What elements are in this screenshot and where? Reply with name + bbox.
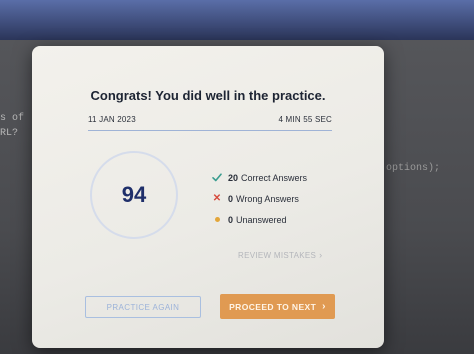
practice-again-label: PRACTICE AGAIN <box>106 302 180 312</box>
background-text: s of <box>0 113 25 124</box>
results-modal: Congrats! You did well in the practice. … <box>32 46 384 348</box>
session-date: 11 JAN 2023 <box>88 115 136 124</box>
stat-wrong: ✕ 0 Wrong Answers <box>210 188 360 209</box>
top-app-bar <box>0 0 474 40</box>
unanswered-count: 0 <box>228 214 234 225</box>
score-value: 94 <box>121 182 147 207</box>
proceed-to-next-button[interactable]: PROCEED TO NEXT › <box>220 294 335 319</box>
stat-correct: 20 Correct Answers <box>210 167 360 188</box>
modal-title: Congrats! You did well in the practice. <box>90 88 326 103</box>
x-icon: ✕ <box>212 193 222 204</box>
chevron-right-icon: › <box>322 301 326 312</box>
stat-unanswered: 0 Unanswered <box>210 209 360 230</box>
check-icon <box>210 173 224 182</box>
unanswered-label: Unanswered <box>236 214 287 225</box>
dot-icon <box>210 217 224 222</box>
correct-count: 20 <box>228 172 239 183</box>
session-duration: 4 MIN 55 SEC <box>278 115 332 124</box>
practice-again-button[interactable]: PRACTICE AGAIN <box>85 296 201 318</box>
correct-label: Correct Answers <box>241 172 308 183</box>
proceed-label: PROCEED TO NEXT <box>229 301 317 312</box>
session-meta: 11 JAN 2023 4 MIN 55 SEC <box>88 115 332 124</box>
wrong-label: Wrong Answers <box>236 193 299 204</box>
background-code-text: options); <box>386 163 441 174</box>
review-mistakes-label: REVIEW MISTAKES <box>238 250 317 260</box>
stats-list: 20 Correct Answers ✕ 0 Wrong Answers 0 U… <box>210 167 360 230</box>
review-mistakes-link[interactable]: REVIEW MISTAKES › <box>238 250 322 260</box>
wrong-count: 0 <box>228 193 234 204</box>
background-text: RL? <box>0 128 19 139</box>
divider <box>88 130 332 131</box>
chevron-right-icon: › <box>319 250 323 260</box>
